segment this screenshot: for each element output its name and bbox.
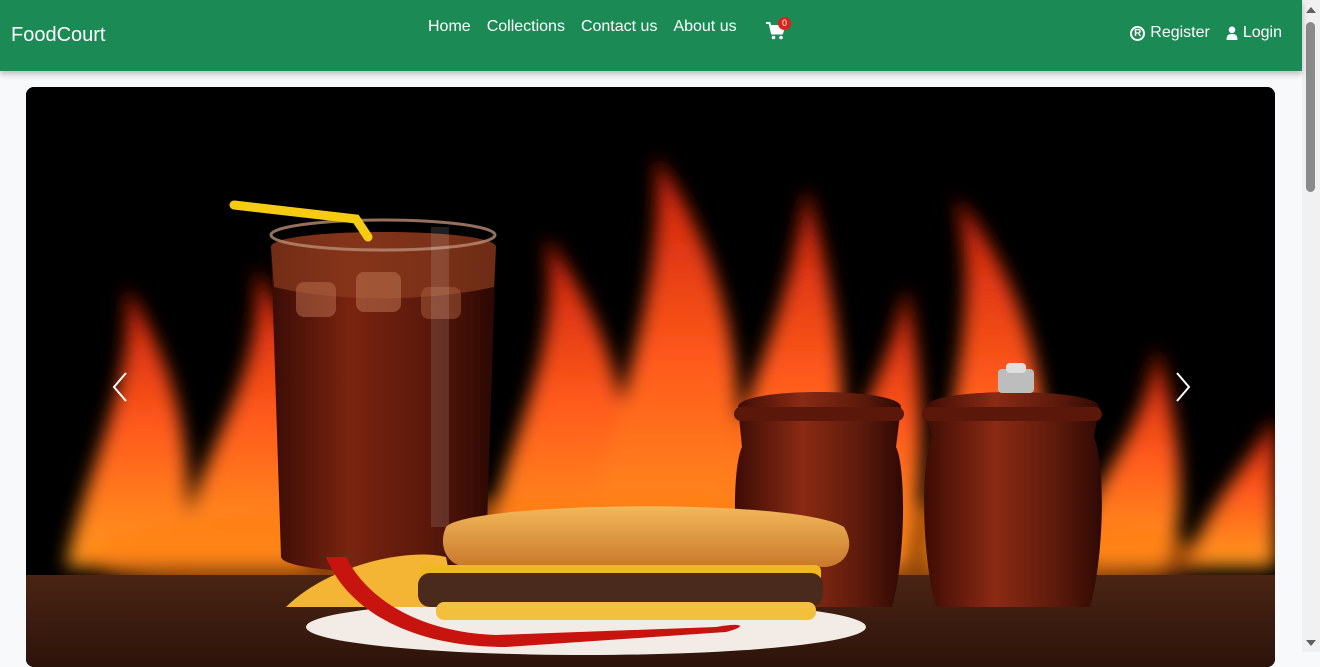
chevron-left-icon — [112, 372, 127, 402]
top-navbar: FoodCourt Home Collections Contact us Ab… — [0, 0, 1302, 71]
carousel-next-button[interactable] — [1161, 367, 1201, 407]
nav-about-us[interactable]: About us — [665, 18, 744, 36]
hero-image — [26, 87, 1275, 667]
login-label: Login — [1242, 24, 1282, 41]
nav-contact-us[interactable]: Contact us — [573, 18, 665, 36]
main-nav: Home Collections Contact us About us — [420, 18, 745, 36]
scroll-down-icon[interactable] — [1306, 640, 1316, 646]
hero-carousel — [26, 87, 1275, 667]
page-scrollbar[interactable] — [1302, 0, 1320, 652]
registered-icon: R — [1130, 25, 1146, 41]
chevron-right-icon — [1176, 372, 1191, 402]
auth-links: R Register Login — [1130, 24, 1282, 42]
scrollbar-thumb[interactable] — [1306, 22, 1315, 192]
register-label: Register — [1150, 24, 1210, 41]
register-link[interactable]: R Register — [1130, 24, 1210, 42]
user-icon — [1226, 26, 1238, 40]
cart-button[interactable]: 0 — [766, 17, 791, 42]
cart-count-badge: 0 — [778, 17, 791, 30]
scroll-up-icon[interactable] — [1306, 7, 1316, 13]
nav-home[interactable]: Home — [420, 18, 479, 36]
brand-logo[interactable]: FoodCourt — [11, 24, 106, 47]
login-link[interactable]: Login — [1226, 24, 1282, 42]
nav-collections[interactable]: Collections — [479, 18, 573, 36]
carousel-prev-button[interactable] — [102, 367, 142, 407]
